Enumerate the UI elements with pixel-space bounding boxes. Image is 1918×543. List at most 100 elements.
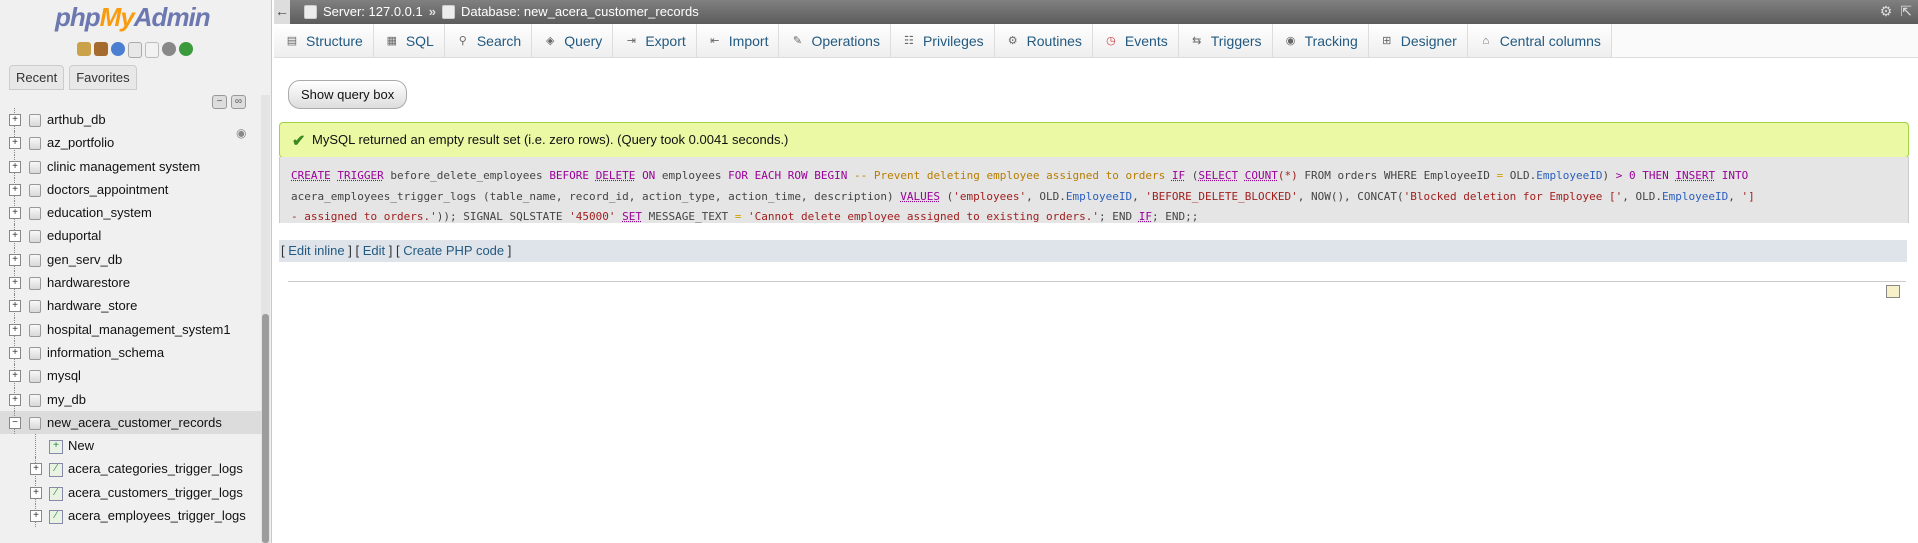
- sql-token: > 0: [1615, 169, 1636, 182]
- new-table-item[interactable]: + New: [0, 434, 262, 458]
- db-item-hardware_store[interactable]: + hardware_store: [0, 294, 262, 318]
- edit-link[interactable]: Edit: [363, 243, 385, 258]
- db-item-my_db[interactable]: + my_db: [0, 387, 262, 411]
- logout-icon[interactable]: [94, 42, 108, 56]
- breadcrumb-database[interactable]: Database: new_acera_customer_records: [461, 4, 699, 19]
- table-label[interactable]: acera_customers_trigger_logs: [68, 481, 243, 504]
- db-label[interactable]: arthub_db: [47, 108, 106, 131]
- tab-query[interactable]: ◈ Query: [532, 24, 614, 57]
- expand-icon[interactable]: +: [9, 370, 21, 383]
- expand-icon[interactable]: +: [30, 486, 42, 499]
- db-label[interactable]: my_db: [47, 388, 86, 411]
- db-item-az_portfolio[interactable]: + az_portfolio: [0, 131, 262, 155]
- expand-icon[interactable]: +: [9, 183, 21, 196]
- db-item-eduportal[interactable]: + eduportal: [0, 224, 262, 248]
- sql-token[interactable]: IF: [1139, 210, 1152, 223]
- scrollbar-thumb[interactable]: [262, 314, 269, 543]
- sql-token[interactable]: INSERT: [1675, 169, 1715, 182]
- tab-sql[interactable]: ▦ SQL: [373, 24, 445, 57]
- db-label[interactable]: hardware_store: [47, 294, 137, 317]
- db-label[interactable]: gen_serv_db: [47, 248, 122, 271]
- tab-privileges[interactable]: ☷ Privileges: [890, 24, 995, 57]
- db-label[interactable]: education_system: [47, 201, 152, 224]
- db-label[interactable]: hospital_management_system1: [47, 318, 231, 341]
- docs-icon[interactable]: [128, 42, 142, 58]
- tab-events[interactable]: ◷ Events: [1092, 24, 1179, 57]
- sql-token[interactable]: CREATE: [291, 169, 331, 182]
- tab-central-columns[interactable]: ⌂ Central columns: [1467, 24, 1612, 57]
- table-item-employees-logs[interactable]: + ⁄ acera_employees_trigger_logs: [0, 504, 262, 528]
- console-icon[interactable]: [1886, 285, 1900, 298]
- expand-icon[interactable]: +: [9, 230, 21, 243]
- tab-import[interactable]: ⇤ Import: [696, 24, 780, 57]
- expand-icon[interactable]: +: [9, 277, 21, 290]
- sql-token[interactable]: SELECT: [1198, 169, 1238, 182]
- db-item-clinic[interactable]: + clinic management system: [0, 154, 262, 178]
- db-item-education[interactable]: + education_system: [0, 201, 262, 225]
- tab-operations[interactable]: ✎ Operations: [779, 24, 891, 57]
- edit-inline-link[interactable]: Edit inline: [288, 243, 344, 258]
- tab-triggers[interactable]: ⇆ Triggers: [1178, 24, 1273, 57]
- db-item-hardwarestore[interactable]: + hardwarestore: [0, 271, 262, 295]
- db-item-mysql[interactable]: + mysql: [0, 364, 262, 388]
- db-label[interactable]: eduportal: [47, 224, 101, 247]
- db-item-doctors[interactable]: + doctors_appointment: [0, 177, 262, 202]
- db-item-new_acera_customer_records[interactable]: − new_acera_customer_records: [0, 410, 262, 435]
- db-item-gen_serv[interactable]: + gen_serv_db: [0, 247, 262, 272]
- tab-routines[interactable]: ⚙ Routines: [994, 24, 1093, 57]
- sql-token[interactable]: TRIGGER: [337, 169, 383, 182]
- expand-icon[interactable]: +: [9, 253, 21, 266]
- sql-token[interactable]: VALUES: [900, 190, 940, 203]
- expand-icon[interactable]: +: [9, 346, 21, 359]
- table-label[interactable]: acera_categories_trigger_logs: [68, 457, 243, 480]
- collapse-top-icon[interactable]: ⇱: [1900, 3, 1912, 20]
- db-label[interactable]: doctors_appointment: [47, 178, 168, 201]
- expand-icon[interactable]: +: [9, 207, 21, 220]
- success-message: ✔ MySQL returned an empty result set (i.…: [279, 122, 1909, 158]
- db-item-arthub_db[interactable]: + arthub_db: [0, 108, 262, 132]
- sql-docs-icon[interactable]: [145, 42, 159, 58]
- sql-token[interactable]: COUNT: [1245, 169, 1278, 182]
- db-label[interactable]: mysql: [47, 364, 81, 387]
- db-label[interactable]: new_acera_customer_records: [47, 411, 222, 434]
- db-label[interactable]: hardwarestore: [47, 271, 130, 294]
- sql-token[interactable]: IF: [1172, 169, 1185, 182]
- expand-icon[interactable]: +: [9, 114, 21, 126]
- phpmyadmin-logo[interactable]: phpMyAdmin: [55, 2, 211, 33]
- recent-tab[interactable]: Recent: [9, 65, 65, 90]
- expand-icon[interactable]: +: [9, 300, 21, 313]
- settings-gear-icon[interactable]: ⚙: [1880, 3, 1893, 20]
- expand-icon[interactable]: +: [30, 463, 42, 476]
- new-label[interactable]: New: [68, 434, 94, 457]
- db-label[interactable]: clinic management system: [47, 155, 200, 178]
- sql-token[interactable]: DELETE: [596, 169, 636, 182]
- collapse-icon[interactable]: −: [9, 416, 21, 429]
- settings-icon[interactable]: [162, 42, 176, 56]
- tab-structure[interactable]: ▤ Structure: [274, 24, 374, 57]
- db-label[interactable]: information_schema: [47, 341, 164, 364]
- home-icon[interactable]: [77, 42, 91, 56]
- db-item-information_schema[interactable]: + information_schema: [0, 340, 262, 365]
- table-item-customers-logs[interactable]: + ⁄ acera_customers_trigger_logs: [0, 480, 262, 505]
- breadcrumb-server[interactable]: Server: 127.0.0.1: [323, 4, 423, 19]
- tab-designer[interactable]: ⊞ Designer: [1368, 24, 1468, 57]
- db-item-hospital[interactable]: + hospital_management_system1: [0, 317, 262, 341]
- expand-icon[interactable]: +: [9, 160, 21, 173]
- table-item-categories-logs[interactable]: + ⁄ acera_categories_trigger_logs: [0, 457, 262, 481]
- tab-export[interactable]: ⇥ Export: [613, 24, 697, 57]
- favorites-tab[interactable]: Favorites: [69, 65, 137, 90]
- expand-icon[interactable]: +: [9, 323, 21, 336]
- create-php-code-link[interactable]: Create PHP code: [403, 243, 504, 258]
- expand-icon[interactable]: +: [9, 393, 21, 406]
- tab-tracking[interactable]: ◉ Tracking: [1272, 24, 1369, 57]
- help-icon[interactable]: [111, 42, 125, 56]
- db-label[interactable]: az_portfolio: [47, 131, 114, 154]
- show-query-box-button[interactable]: Show query box: [288, 80, 408, 109]
- reload-icon[interactable]: [179, 42, 193, 56]
- expand-icon[interactable]: +: [30, 510, 42, 523]
- tab-search[interactable]: ⚲ Search: [444, 24, 533, 57]
- expand-icon[interactable]: +: [9, 137, 21, 150]
- collapse-panel-arrow-icon[interactable]: ←: [274, 0, 290, 24]
- sql-token[interactable]: SET: [622, 210, 642, 223]
- table-label[interactable]: acera_employees_trigger_logs: [68, 504, 246, 527]
